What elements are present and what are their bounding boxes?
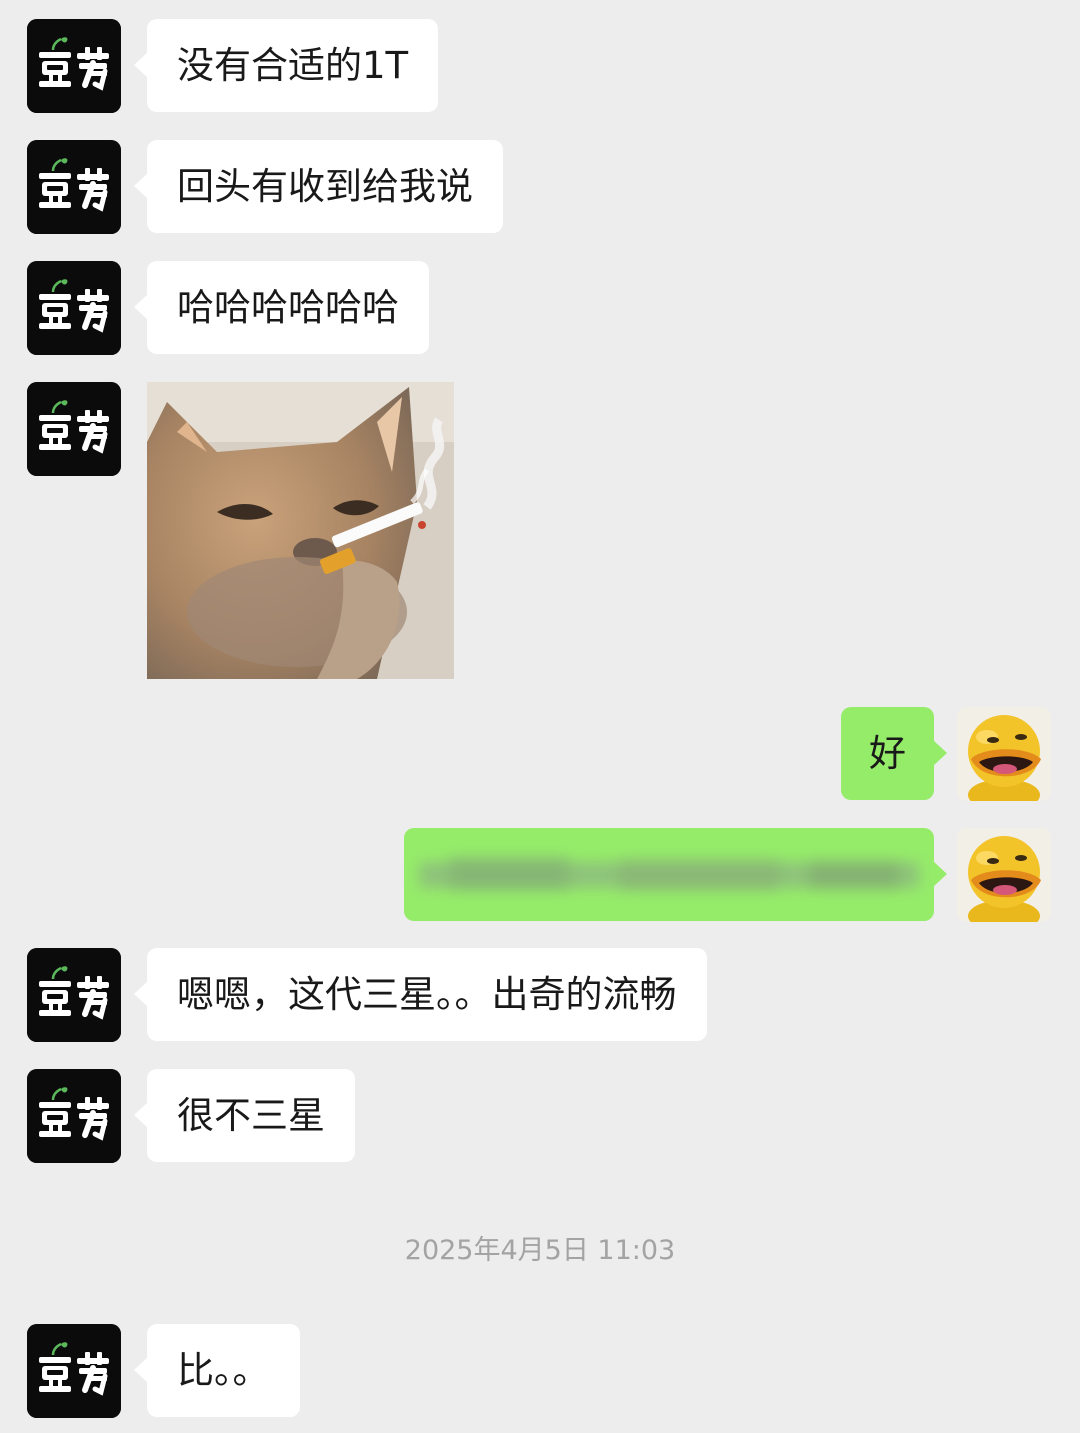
message-text: 很不三星	[177, 1094, 325, 1137]
message-text: 回头有收到给我说	[177, 165, 473, 208]
yellow-duck-icon	[957, 828, 1051, 922]
douya-logo-icon	[27, 19, 121, 113]
incoming-message[interactable]: 嗯嗯，这代三星。。出奇的流畅	[134, 948, 707, 1041]
yellow-duck-icon	[957, 707, 1051, 801]
douya-logo-icon	[27, 1069, 121, 1163]
incoming-message[interactable]: 比。。	[134, 1324, 300, 1417]
douya-logo-icon	[27, 948, 121, 1042]
douya-logo-icon	[27, 140, 121, 234]
cat-image	[147, 382, 454, 679]
cat-smoking-sticker[interactable]	[147, 382, 454, 679]
message-text: 比。。	[177, 1349, 270, 1392]
self-avatar[interactable]	[957, 707, 1051, 801]
contact-avatar[interactable]	[27, 1069, 121, 1163]
douya-logo-icon	[27, 382, 121, 476]
incoming-message[interactable]: 没有合适的1T	[133, 19, 439, 112]
message-text: 没有合适的1T	[177, 44, 409, 87]
contact-avatar[interactable]	[27, 140, 121, 234]
incoming-message[interactable]: 回头有收到给我说	[134, 140, 503, 233]
contact-avatar[interactable]	[27, 1324, 121, 1418]
incoming-message[interactable]: 哈哈哈哈哈哈	[134, 261, 429, 354]
douya-logo-icon	[27, 261, 121, 355]
contact-avatar[interactable]	[27, 19, 121, 113]
contact-avatar[interactable]	[27, 382, 121, 476]
douya-logo-icon	[27, 1324, 121, 1418]
outgoing-message-blurred[interactable]	[404, 828, 947, 921]
incoming-message[interactable]: 很不三星	[134, 1069, 355, 1162]
contact-avatar[interactable]	[27, 948, 121, 1042]
contact-avatar[interactable]	[27, 261, 121, 355]
outgoing-message[interactable]: 好	[841, 707, 947, 800]
message-text: 好	[869, 732, 906, 775]
self-avatar[interactable]	[957, 828, 1051, 922]
chat-timestamp: 2025年4月5日 11:03	[404, 1235, 676, 1266]
blur-mask	[419, 858, 919, 890]
message-text: 嗯嗯，这代三星。。出奇的流畅	[177, 973, 677, 1016]
message-text: 哈哈哈哈哈哈	[177, 286, 399, 329]
